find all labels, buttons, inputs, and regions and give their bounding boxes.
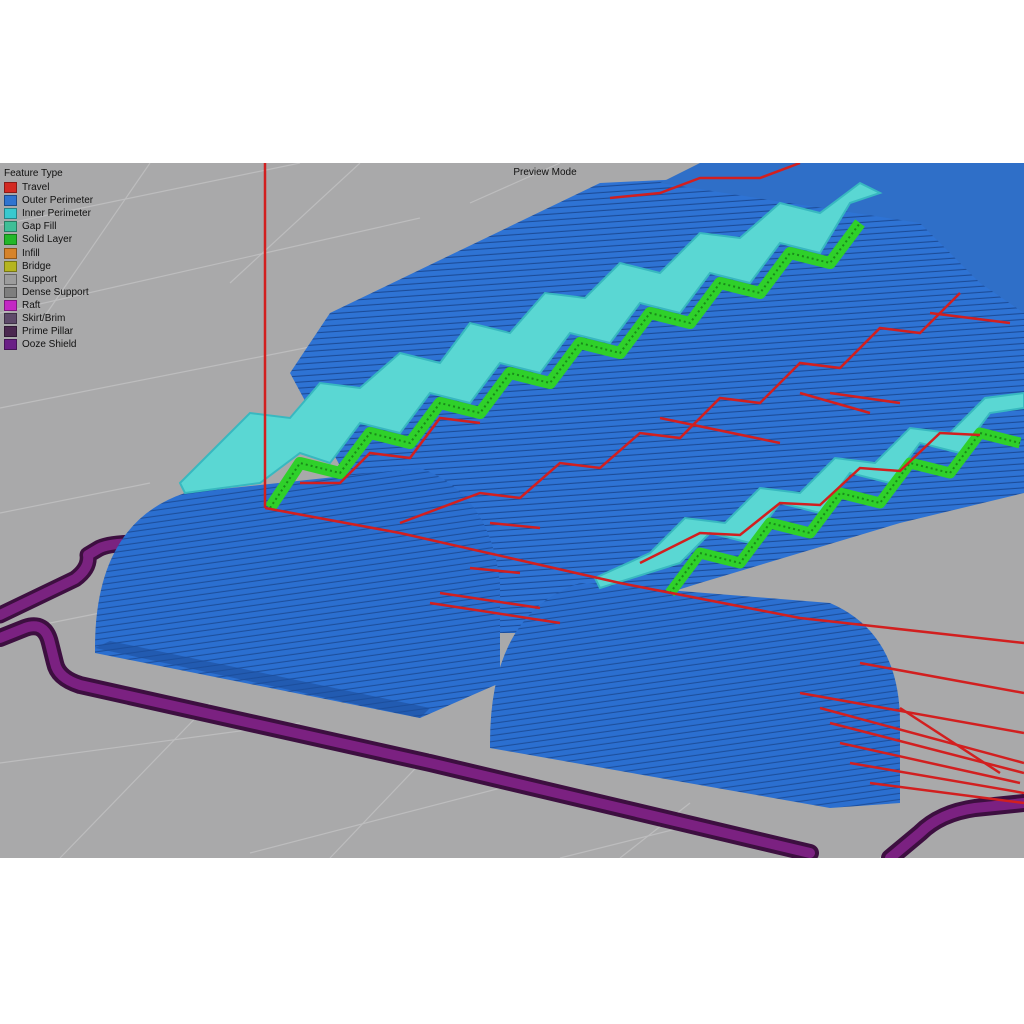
preview-viewport[interactable]: Preview Mode Feature Type Travel Outer Pe… xyxy=(0,163,1024,858)
legend-label: Skirt/Brim xyxy=(22,312,66,324)
legend-swatch xyxy=(4,195,17,207)
feature-type-legend: Feature Type Travel Outer Perimeter Inner … xyxy=(4,168,93,351)
legend-item: Dense Support xyxy=(4,286,93,299)
legend-item: Bridge xyxy=(4,260,93,273)
legend-label: Travel xyxy=(22,182,50,194)
preview-mode-label: Preview Mode xyxy=(513,167,577,178)
legend-item: Raft xyxy=(4,299,93,312)
legend-item: Infill xyxy=(4,246,93,259)
legend-swatch xyxy=(4,312,17,324)
legend-label: Infill xyxy=(22,247,40,259)
legend-swatch xyxy=(4,326,17,338)
legend-swatch xyxy=(4,260,17,272)
legend-swatch xyxy=(4,299,17,311)
legend-item: Support xyxy=(4,273,93,286)
legend-label: Outer Perimeter xyxy=(22,195,94,207)
legend-label: Ooze Shield xyxy=(22,339,77,351)
legend-label: Prime Pillar xyxy=(22,326,74,338)
legend-label: Inner Perimeter xyxy=(22,208,91,220)
legend-label: Bridge xyxy=(22,260,51,272)
legend-item: Solid Layer xyxy=(4,233,93,246)
legend-swatch xyxy=(4,286,17,298)
legend-item: Outer Perimeter xyxy=(4,194,93,207)
legend-swatch xyxy=(4,247,17,259)
legend-item: Travel xyxy=(4,181,93,194)
legend-swatch xyxy=(4,273,17,285)
legend-item: Gap Fill xyxy=(4,220,93,233)
legend-swatch xyxy=(4,339,17,351)
legend-swatch xyxy=(4,234,17,246)
toolpath-preview-canvas[interactable] xyxy=(0,163,1024,858)
legend-item: Inner Perimeter xyxy=(4,207,93,220)
legend-swatch xyxy=(4,182,17,194)
legend-item: Ooze Shield xyxy=(4,338,93,351)
legend-label: Support xyxy=(22,273,58,285)
legend-swatch xyxy=(4,208,17,220)
legend-label: Dense Support xyxy=(22,286,89,298)
legend-swatch xyxy=(4,221,17,233)
legend-label: Gap Fill xyxy=(22,221,57,233)
legend-label: Solid Layer xyxy=(22,234,73,246)
legend-items: Travel Outer Perimeter Inner Perimeter Gap … xyxy=(4,181,93,351)
legend-item: Skirt/Brim xyxy=(4,312,93,325)
legend-label: Raft xyxy=(22,299,41,311)
legend-item: Prime Pillar xyxy=(4,325,93,338)
legend-title: Feature Type xyxy=(4,168,63,179)
